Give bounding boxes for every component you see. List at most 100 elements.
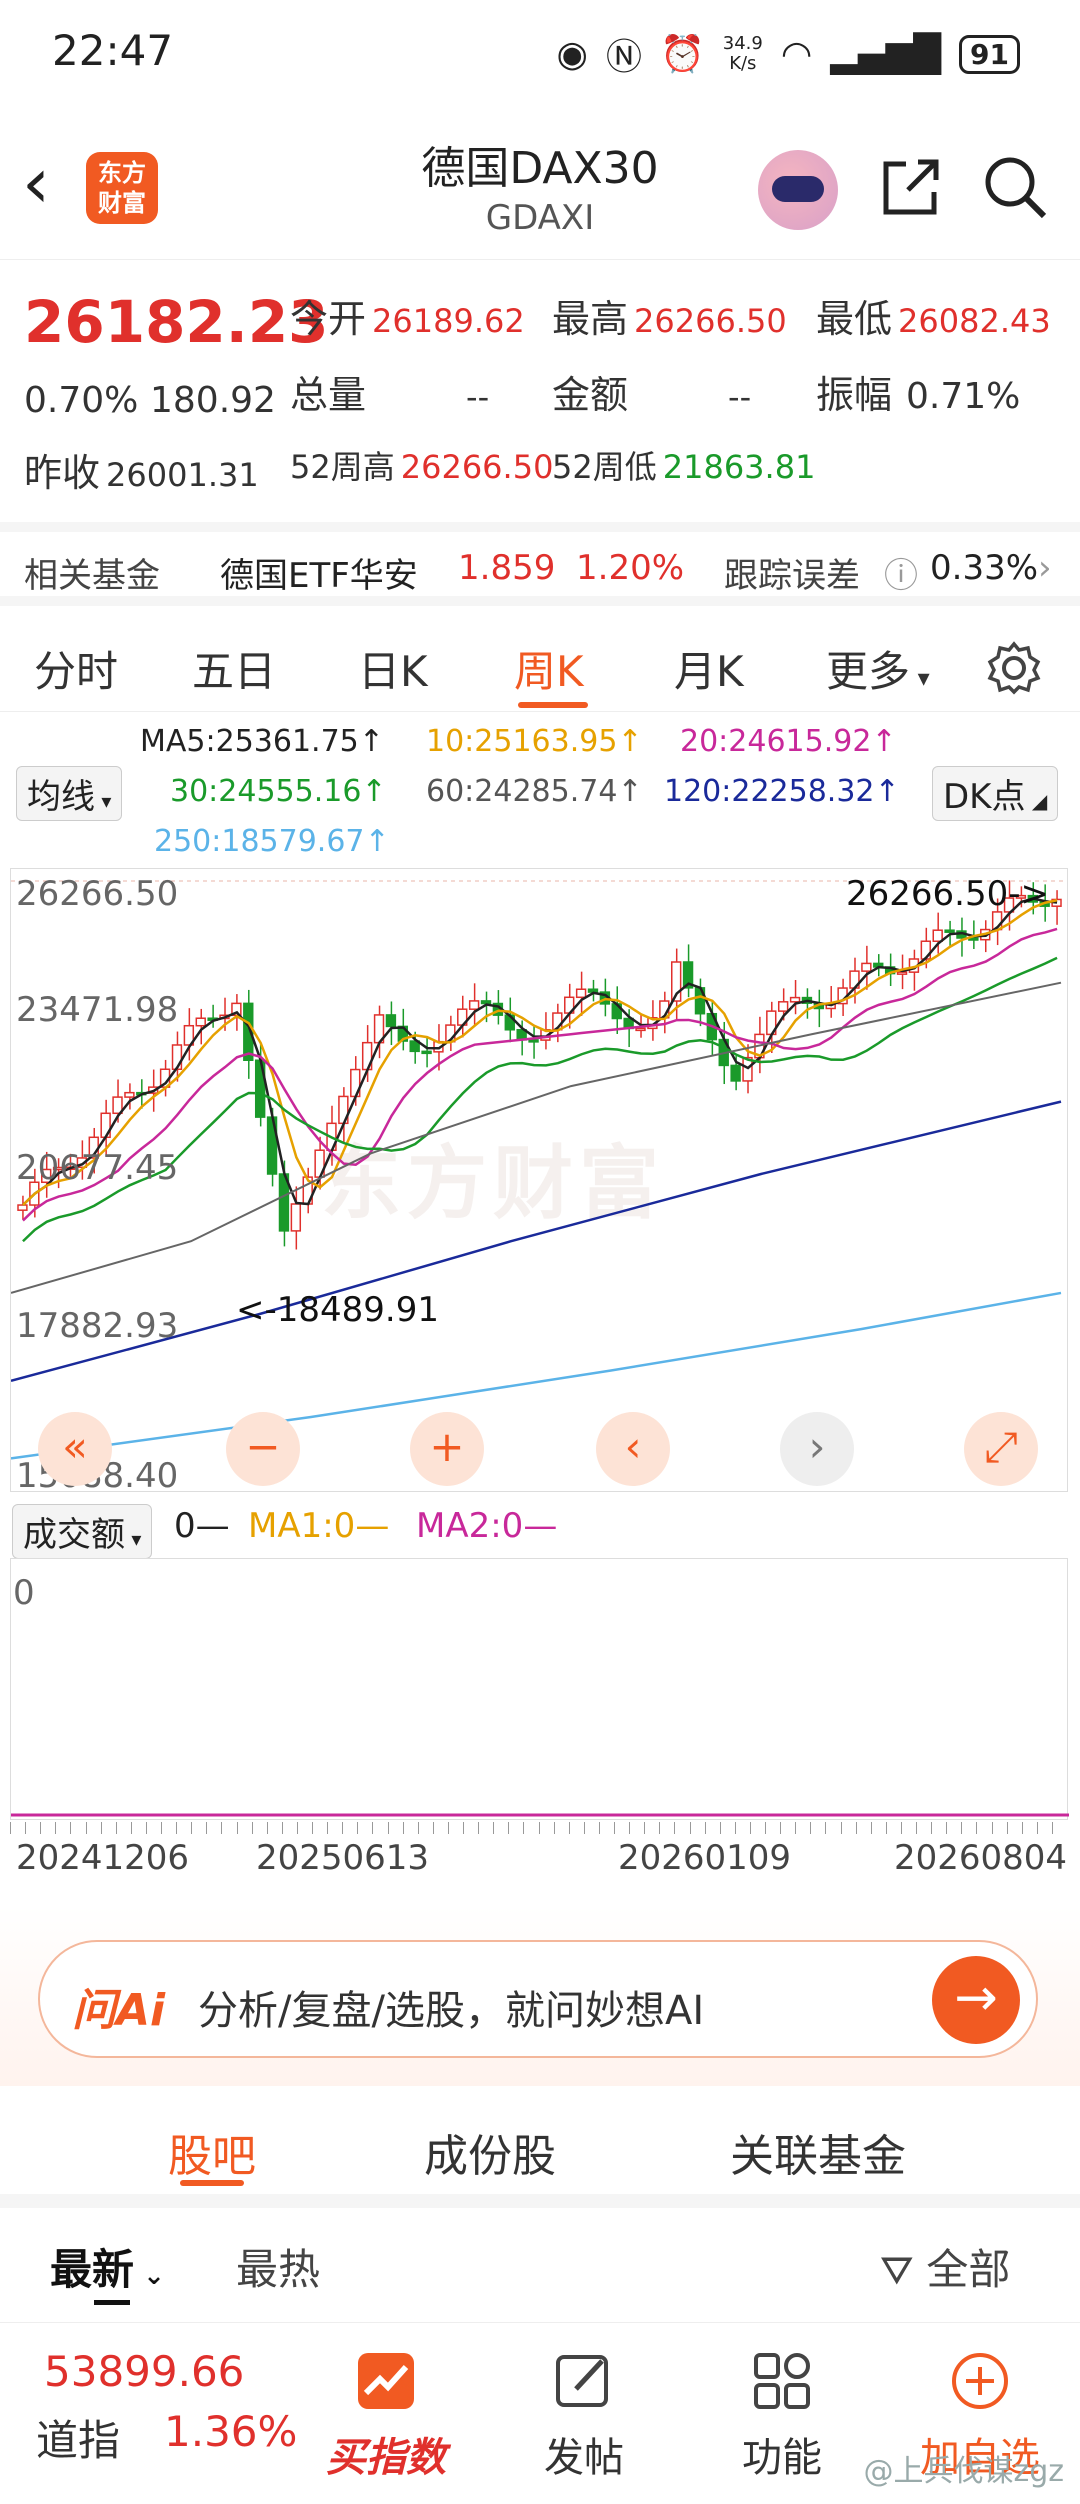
x-tick [55,1822,57,1834]
change-pct: 0.70% [24,380,139,421]
grid-icon [754,2353,810,2409]
tracking-error-value: 0.33% [930,548,1039,588]
x-tick [870,1822,872,1834]
x-tick [598,1822,600,1834]
sort-hot[interactable]: 最热 [236,2236,320,2297]
x-tick [916,1822,917,1834]
x-tick [327,1822,329,1834]
volume-value: 0— [174,1506,230,1546]
status-bar: 22:47 ◉ Ⓝ ⏰ 34.9 K/s ◠ ▂▄▆█ 91 [0,0,1080,100]
tab-daily-k[interactable]: 日K [358,638,428,699]
x-tick [85,1822,87,1834]
x-tick [40,1822,42,1834]
fund-name[interactable]: 德国ETF华安 [220,548,418,597]
ai-prompt-text: 分析/复盘/选股，就问妙想AI [198,1988,705,2034]
ma60-value: 60:24285.74↑ [426,774,643,809]
ai-section: 问Ai 分析/复盘/选股，就问妙想AI → [0,1906,1080,2086]
filter-icon: ⛛ [880,2248,927,2294]
candle-body [777,1001,789,1012]
quote-panel: 26182.23 0.70% 180.92 昨收 26001.31 今开 26189… [0,262,1080,520]
volume-ma2: MA2:0— [416,1506,558,1546]
tab-related-funds[interactable]: 关联基金 [730,2120,906,2184]
candle-body [385,1014,397,1028]
ai-input-bar[interactable]: 问Ai 分析/复盘/选股，就问妙想AI → [38,1940,1038,2058]
search-icon[interactable] [980,152,1050,222]
help-icon[interactable]: ⓘ [884,548,918,597]
x-tick [961,1822,963,1834]
dk-point-select[interactable]: DK点 ◢ [932,766,1059,821]
zoom-in-button[interactable]: + [410,1412,484,1486]
index-name[interactable]: 道指 [36,2407,120,2468]
x-tick [946,1822,948,1834]
x-tick [508,1822,510,1834]
ai-assistant-icon[interactable] [758,150,838,230]
gear-icon[interactable] [986,640,1042,696]
tab-more[interactable]: 更多 ▾ [826,638,930,699]
x-tick [206,1822,208,1834]
x-tick [689,1822,691,1834]
tab-weekly-k[interactable]: 周K [514,638,584,699]
x-tick [765,1822,766,1834]
prev-close-value: 26001.31 [106,456,259,494]
x-tick [780,1822,782,1834]
volume-chart[interactable]: 0 [10,1558,1069,1820]
volume-select[interactable]: 成交额 ▾ [12,1504,153,1559]
chevron-right-icon[interactable]: › [1038,548,1052,588]
x-date-2: 20250613 [256,1838,430,1878]
candle-body [421,1050,432,1055]
x-tick [161,1822,162,1834]
scroll-start-button[interactable]: « [38,1412,112,1486]
x-tick [855,1822,857,1834]
wifi-icon: ◠ [780,33,813,75]
x-tick [70,1822,72,1834]
related-fund-row[interactable]: 相关基金 德国ETF华安 1.859 1.20% 跟踪误差 ⓘ 0.33% › [0,522,1080,606]
low-value: 26082.43 [898,302,1051,340]
x-tick [191,1822,193,1834]
open-value: 26189.62 [372,302,525,340]
scroll-left-button[interactable]: ‹ [596,1412,670,1486]
tab-monthly-k[interactable]: 月K [674,638,744,699]
x-tick [100,1822,102,1834]
candle-body [468,1000,480,1010]
candle-body [587,988,599,993]
tab-five-day[interactable]: 五日 [192,638,276,699]
x-tick [976,1822,978,1834]
candle-body [575,988,587,999]
tab-intraday[interactable]: 分时 [34,638,118,699]
x-date-4: 20260804 [894,1838,1068,1878]
candle-body [195,1017,206,1027]
ma30-value: 30:24555.16↑ [170,774,387,809]
header: ‹ 东方 财富 德国DAX30 GDAXI [0,100,1080,260]
fullscreen-button[interactable]: ⤢ [964,1412,1038,1486]
arrow-right-icon[interactable]: → [932,1956,1020,2044]
sort-latest[interactable]: 最新 ⌄ [50,2236,165,2297]
functions-button[interactable]: 功能 [692,2323,872,2483]
zoom-out-button[interactable]: − [226,1412,300,1486]
plus-circle-icon [952,2353,1008,2409]
candle-body [635,1027,646,1032]
edit-icon [556,2355,608,2407]
scroll-right-button[interactable]: › [780,1412,854,1486]
ma-select[interactable]: 均线 ▾ [16,766,123,821]
share-icon[interactable] [876,152,946,222]
index-price[interactable]: 53899.66 [44,2347,244,2396]
x-tick [417,1822,419,1834]
y-label-4: 17882.93 [16,1306,179,1346]
index-pct[interactable]: 1.36% [164,2407,297,2456]
volume-value: -- [466,378,490,416]
nfc-icon: Ⓝ [605,37,642,78]
x-tick [447,1822,449,1834]
tab-guba[interactable]: 股吧 [168,2120,256,2184]
filter-all[interactable]: ⛛ 全部 [880,2236,1010,2297]
current-price: 26182.23 [24,288,329,356]
post-button[interactable]: 发帖 [494,2323,674,2483]
buy-index-button[interactable]: 买指数 [296,2323,476,2483]
battery-icon: 91 [959,34,1020,74]
tab-constituents[interactable]: 成份股 [424,2120,556,2184]
x-tick [357,1822,359,1834]
52wk-high-label: 52周高 [290,448,395,486]
x-tick [342,1822,344,1834]
x-tick [387,1822,389,1834]
signal-icon: ▂▄▆█ [830,33,942,75]
x-tick [130,1822,132,1834]
